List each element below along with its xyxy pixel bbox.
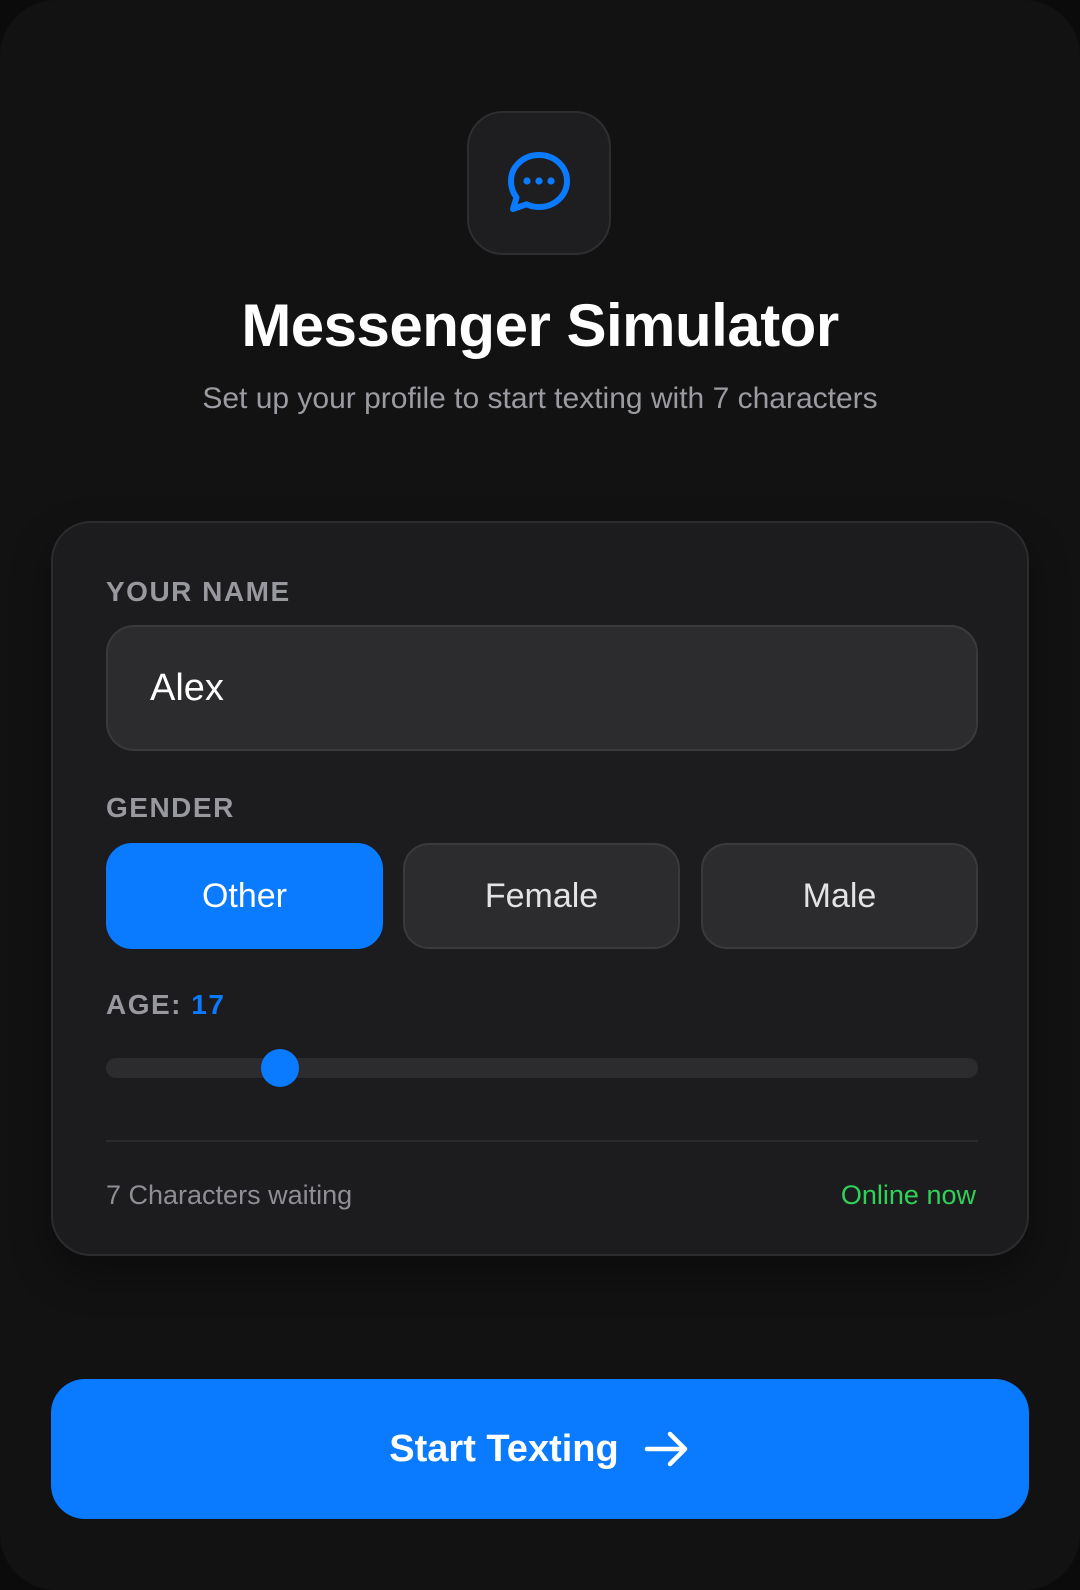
age-slider-thumb[interactable] [261, 1049, 300, 1087]
gender-option-male[interactable]: Male [701, 843, 978, 949]
age-value: 17 [191, 989, 226, 1020]
page-subtitle: Set up your profile to start texting wit… [202, 382, 878, 415]
characters-waiting-text: 7 Characters waiting [106, 1180, 353, 1210]
name-label: YOUR NAME [106, 576, 291, 607]
age-slider[interactable] [106, 1049, 978, 1087]
start-texting-button[interactable]: Start Texting [51, 1379, 1029, 1519]
age-label-row: AGE: 17 [106, 988, 225, 1022]
arrow-right-icon [643, 1429, 691, 1469]
app-logo [467, 111, 611, 255]
profile-card: YOUR NAME GENDER Other Female Male AGE: … [51, 521, 1029, 1256]
name-input[interactable] [106, 625, 978, 751]
start-texting-label: Start Texting [389, 1427, 619, 1470]
setup-screen: Messenger Simulator Set up your profile … [0, 0, 1080, 1590]
chat-bubble-dots-icon [508, 152, 570, 212]
page-title: Messenger Simulator [241, 292, 839, 359]
gender-label: GENDER [106, 792, 235, 823]
gender-option-other[interactable]: Other [106, 843, 383, 949]
card-divider [106, 1140, 978, 1142]
age-label: AGE: [106, 989, 182, 1020]
online-status-text: Online now [840, 1180, 976, 1210]
gender-option-female[interactable]: Female [403, 843, 680, 949]
